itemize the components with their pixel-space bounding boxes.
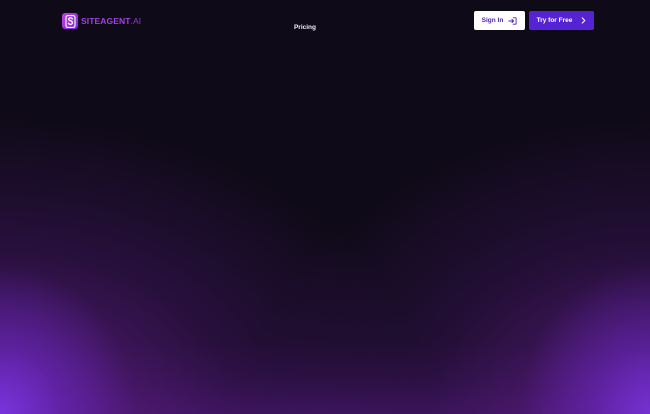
sign-in-icon <box>508 16 517 25</box>
chevron-right-icon <box>581 17 586 24</box>
try-for-free-label: Try for Free <box>536 17 573 24</box>
top-navigation-bar: SITEAGENT.AI Pricing Sign In Try for Fre… <box>0 0 650 44</box>
background-glow <box>0 0 650 414</box>
brand-name-main: SITEAGENT <box>81 16 131 26</box>
brand-name: SITEAGENT.AI <box>81 16 141 26</box>
nav-link-pricing[interactable]: Pricing <box>288 23 322 33</box>
brand-name-suffix: .AI <box>130 16 142 26</box>
sign-in-label: Sign In <box>481 17 504 24</box>
sign-in-button[interactable]: Sign In <box>474 11 525 30</box>
s-logo-icon <box>62 13 78 29</box>
try-for-free-button[interactable]: Try for Free <box>529 11 594 30</box>
brand-logo[interactable]: SITEAGENT.AI <box>62 12 141 30</box>
